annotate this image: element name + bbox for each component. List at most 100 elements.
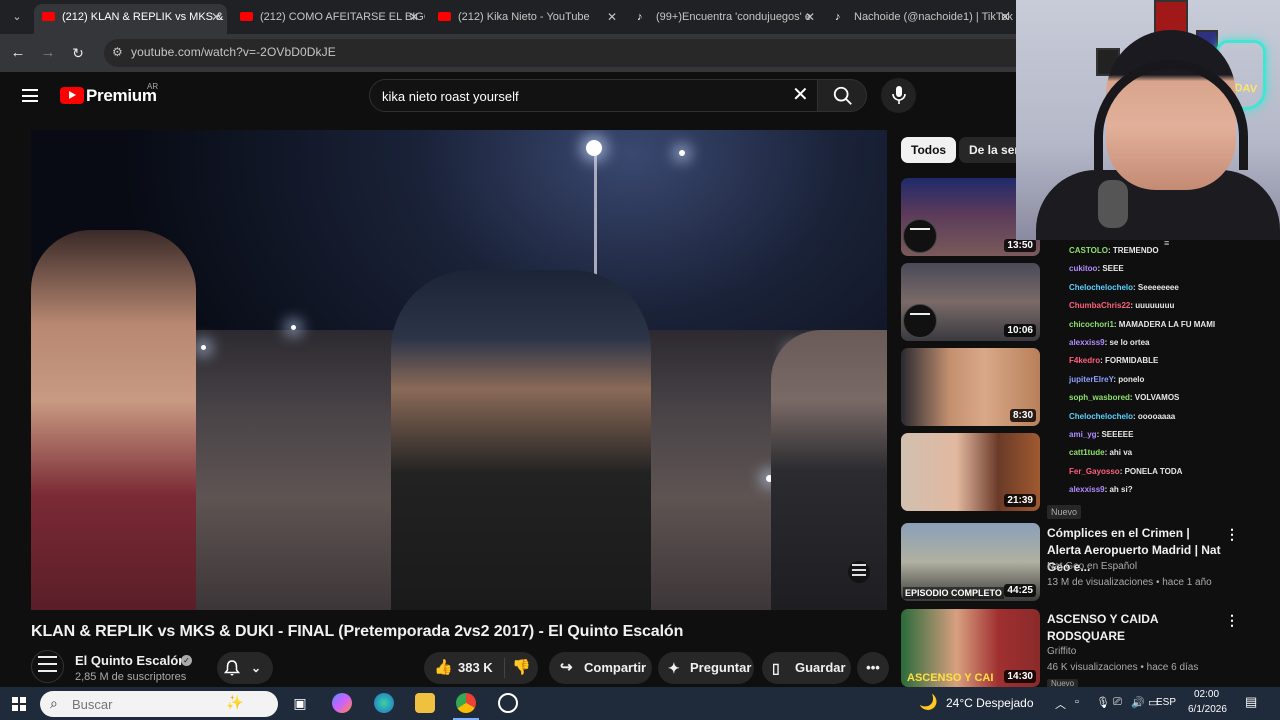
site-info-icon[interactable]: ⚙	[112, 45, 123, 59]
volume-icon[interactable]: 🔊	[1131, 696, 1145, 709]
youtube-logo-icon[interactable]	[60, 87, 84, 104]
youtube-icon	[42, 12, 55, 21]
weather-moon-icon[interactable]: 🌙	[919, 693, 938, 711]
close-tab-icon[interactable]: ✕	[607, 4, 617, 30]
search-icon: ⌕	[50, 695, 58, 711]
rec-title[interactable]: ASCENSO Y CAIDA RODSQUARE	[1047, 611, 1222, 645]
chat-message: alexxiss9: se lo ortea	[1069, 338, 1150, 347]
clock-time[interactable]: 02:00	[1194, 689, 1219, 700]
rec-thumbnail[interactable]: 10:06	[901, 263, 1040, 341]
close-tab-icon[interactable]: ✕	[211, 4, 221, 30]
forward-arrow-icon[interactable]: →	[38, 43, 58, 63]
search-input[interactable]	[382, 86, 762, 106]
tray-app-icon[interactable]: ▫	[1075, 696, 1079, 708]
video-title: KLAN & REPLIK vs MKS & DUKI - FINAL (Pre…	[31, 623, 684, 640]
rec-thumbnail[interactable]: ASCENSO Y CAI 14:30	[901, 609, 1040, 687]
clear-search-icon[interactable]: ✕	[792, 85, 809, 105]
crowd-light	[201, 345, 206, 350]
task-view-icon[interactable]: ▣	[290, 693, 310, 713]
chat-text: : PONELA TODA	[1119, 466, 1183, 476]
rec-channel[interactable]: Nat Geo en Español	[1047, 561, 1137, 572]
channel-avatar[interactable]	[31, 650, 64, 683]
reload-icon[interactable]: ↻	[68, 43, 88, 63]
tab-tiktok-condujuegos[interactable]: ♪ (99+)Encuentra 'condujuegos' e ✕	[628, 4, 821, 30]
channel-name[interactable]: El Quinto Escalón	[75, 653, 186, 668]
save-button[interactable]: ▯ Guardar	[762, 652, 851, 684]
chat-username: jupiterEIreY	[1069, 374, 1114, 384]
omnibox[interactable]: ⚙ youtube.com/watch?v=-2OVbD0DkJE	[104, 39, 1016, 67]
file-explorer-icon[interactable]	[415, 693, 435, 713]
thumbnail-caption: EPISODIO COMPLETO	[903, 587, 1004, 599]
chip-series[interactable]: De la seri	[959, 137, 1016, 163]
show-hidden-icons-icon[interactable]: ︿	[1055, 696, 1066, 712]
chat-message: Fer_Gayosso: PONELA TODA	[1069, 467, 1182, 476]
network-icon[interactable]: ⎚	[1113, 696, 1122, 709]
edge-browser-icon[interactable]	[374, 693, 394, 713]
more-actions-button[interactable]: •••	[857, 652, 889, 684]
url-text[interactable]: youtube.com/watch?v=-2OVbD0DkJE	[131, 45, 336, 59]
windows-start-icon[interactable]	[12, 697, 26, 711]
share-arrow-icon: ↪	[560, 659, 573, 676]
like-count[interactable]: 383 K	[458, 652, 493, 684]
chat-username: Chelochelochelo	[1069, 411, 1134, 421]
rec-thumbnail[interactable]: EPISODIO COMPLETO 44:25	[901, 523, 1040, 601]
language-indicator[interactable]: ESP	[1156, 697, 1176, 708]
tab-kika-nieto[interactable]: (212) Kika Nieto - YouTube ✕	[430, 4, 623, 30]
youtube-icon	[240, 12, 253, 21]
tab-search-chevron-icon[interactable]: ⌄	[6, 7, 28, 27]
chat-text: : ahi va	[1104, 448, 1133, 458]
obs-icon[interactable]	[498, 693, 518, 713]
chat-username: ami_yg	[1069, 430, 1097, 439]
more-options-icon[interactable]: ⋮	[1225, 526, 1239, 543]
chat-username: CASTOLO	[1069, 246, 1108, 255]
chip-all[interactable]: Todos	[901, 137, 957, 163]
video-frame-person-left	[31, 230, 196, 610]
chat-username: alexxiss9	[1069, 485, 1105, 495]
video-player[interactable]	[31, 130, 887, 610]
chrome-icon[interactable]	[456, 693, 476, 713]
webcam-overlay: ʞOHDAV	[1016, 0, 1280, 240]
search-button[interactable]	[817, 79, 867, 112]
back-arrow-icon[interactable]: ←	[8, 43, 28, 63]
chat-username: soph_wasbored	[1069, 393, 1130, 403]
copilot-icon[interactable]	[332, 693, 352, 713]
share-label: Compartir	[584, 660, 647, 675]
tab-klan-replik[interactable]: (212) KLAN & REPLIK vs MKS & ✕	[34, 4, 227, 34]
chat-text: : ponelo	[1113, 374, 1145, 384]
thumbs-up-icon[interactable]: 👍	[434, 652, 453, 684]
hamburger-menu-icon[interactable]	[22, 89, 38, 102]
share-button[interactable]: ↪ Compartir	[549, 652, 652, 684]
clock-date[interactable]: 6/1/2026	[1188, 704, 1227, 715]
rec-thumbnail[interactable]: 8:30	[901, 348, 1040, 426]
search-box[interactable]	[369, 79, 817, 112]
stadium-light	[586, 140, 602, 156]
more-dots-icon: •••	[866, 660, 880, 675]
ask-button[interactable]: ✦ Preguntar	[658, 652, 754, 684]
notification-bell-button[interactable]: ⌄	[217, 652, 273, 684]
stadium-light	[679, 150, 685, 156]
chat-username: alexxiss9	[1069, 338, 1105, 347]
more-options-icon[interactable]: ⋮	[1225, 612, 1239, 629]
chat-message: catt1tude: ahi va	[1069, 448, 1132, 457]
voice-search-button[interactable]	[881, 78, 916, 113]
tab-title: (212) Kika Nieto - YouTube	[458, 11, 590, 23]
weather-text[interactable]: 24°C Despejado	[946, 696, 1034, 710]
close-tab-icon[interactable]: ✕	[805, 4, 815, 30]
tab-tiktok-nachoide[interactable]: ♪ Nachoide (@nachoide1) | TikTok ✕	[826, 4, 1016, 30]
new-badge: Nuevo	[1047, 505, 1082, 519]
tab-title: (99+)Encuentra 'condujuegos' e	[656, 11, 811, 23]
notifications-icon[interactable]: ▤	[1245, 694, 1257, 710]
mic-tray-icon[interactable]: 🎙	[1096, 696, 1110, 709]
taskbar-search-input[interactable]	[72, 695, 212, 713]
rec-channel[interactable]: Griffito	[1047, 646, 1076, 657]
close-tab-icon[interactable]: ✕	[409, 4, 419, 30]
rec-thumbnail[interactable]: 21:39	[901, 433, 1040, 511]
taskbar-search[interactable]: ⌕ ✨	[40, 691, 278, 717]
video-duration: 44:25	[1004, 584, 1036, 597]
channel-watermark-icon[interactable]	[848, 561, 870, 583]
thumbs-down-icon[interactable]: 👎	[512, 652, 531, 684]
chat-text: : Seeeeeeee	[1133, 282, 1179, 292]
tab-afeitarse[interactable]: (212) COMO AFEITARSE EL BIGO ✕	[232, 4, 425, 30]
search-icon	[833, 86, 852, 105]
close-tab-icon[interactable]: ✕	[1000, 4, 1010, 30]
